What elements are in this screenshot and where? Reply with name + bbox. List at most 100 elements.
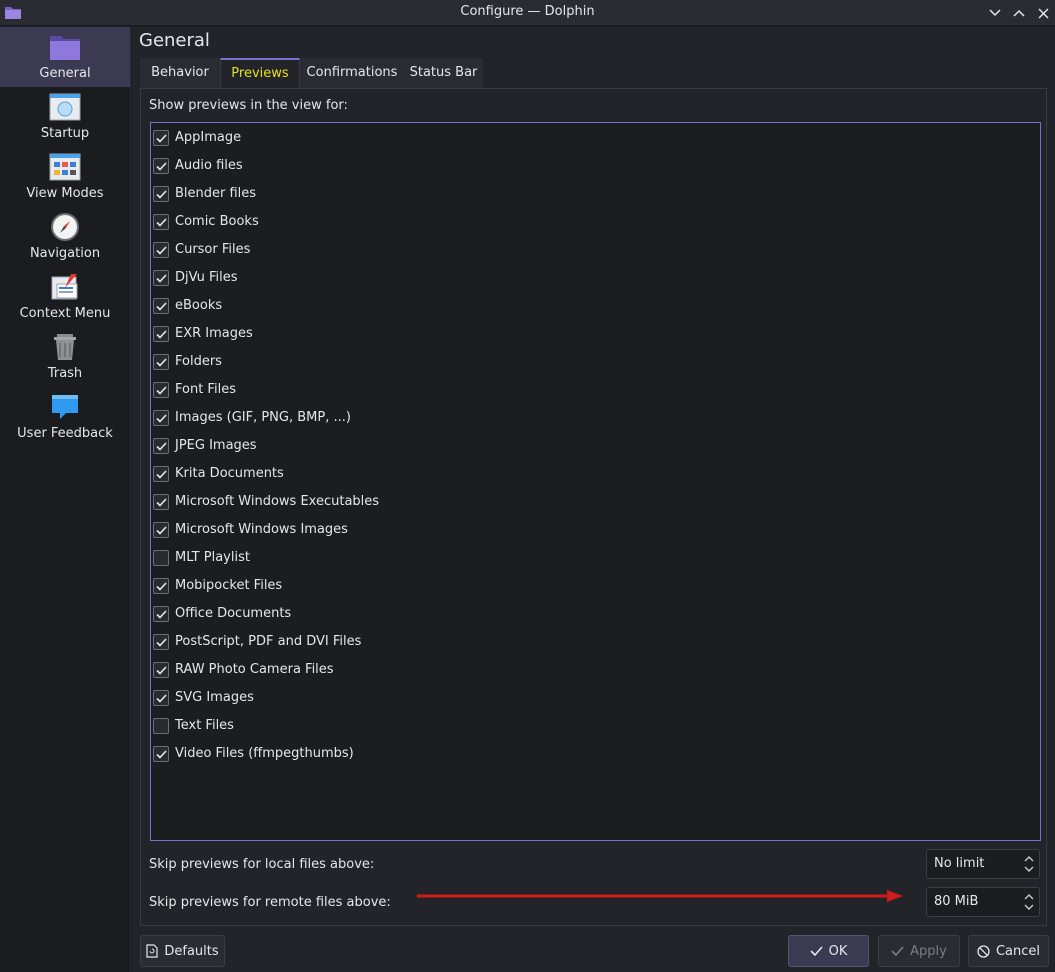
checkbox[interactable] <box>153 214 169 230</box>
checkbox[interactable] <box>153 158 169 174</box>
list-item[interactable]: PostScript, PDF and DVI Files <box>153 631 753 655</box>
checkbox[interactable] <box>153 270 169 286</box>
sidebar-item-general[interactable]: General <box>0 27 130 87</box>
list-item[interactable]: Folders <box>153 351 753 375</box>
checkbox-label: AppImage <box>175 130 242 145</box>
list-item[interactable]: Blender files <box>153 183 753 207</box>
tab-behavior[interactable]: Behavior <box>140 58 220 88</box>
checkmark-icon <box>155 413 167 423</box>
list-item[interactable]: eBooks <box>153 295 753 319</box>
list-item[interactable]: RAW Photo Camera Files <box>153 659 753 683</box>
checkbox-label: Microsoft Windows Images <box>175 522 348 537</box>
list-item[interactable]: Office Documents <box>153 603 753 627</box>
checkbox[interactable] <box>153 298 169 314</box>
tab-status-bar[interactable]: Status Bar <box>404 58 483 88</box>
sidebar-item-context-menu[interactable]: Context Menu <box>0 267 130 327</box>
tab-confirmations[interactable]: Confirmations <box>300 58 404 88</box>
checkmark-icon <box>155 189 167 199</box>
previews-panel: Show previews in the view for: AppImage A… <box>140 88 1047 926</box>
annotation-arrow-icon <box>417 890 903 902</box>
list-item[interactable]: Font Files <box>153 379 753 403</box>
checkbox[interactable] <box>153 242 169 258</box>
sidebar-item-view-modes[interactable]: View Modes <box>0 147 130 207</box>
checkbox[interactable] <box>153 578 169 594</box>
list-item[interactable]: Audio files <box>153 155 753 179</box>
checkbox[interactable] <box>153 382 169 398</box>
checkbox[interactable] <box>153 718 169 734</box>
folder-icon <box>50 36 80 60</box>
list-item[interactable]: DjVu Files <box>153 267 753 291</box>
list-item[interactable]: Krita Documents <box>153 463 753 487</box>
checkbox[interactable] <box>153 354 169 370</box>
checkbox[interactable] <box>153 746 169 762</box>
list-item[interactable]: Text Files <box>153 715 753 739</box>
checkbox-label: SVG Images <box>175 690 254 705</box>
checkbox-label: Images (GIF, PNG, BMP, ...) <box>175 410 351 425</box>
list-item[interactable]: Cursor Files <box>153 239 753 263</box>
checkmark-icon <box>155 609 167 619</box>
sidebar-item-navigation[interactable]: Navigation <box>0 207 130 267</box>
preview-types-list[interactable]: AppImage Audio files Blender files Comic Bo… <box>150 122 1041 841</box>
defaults-button[interactable]: Defaults <box>140 935 225 967</box>
list-item[interactable]: AppImage <box>153 127 753 151</box>
list-item[interactable]: MLT Playlist <box>153 547 753 571</box>
skip-local-label: Skip previews for local files above: <box>149 857 375 872</box>
checkbox-label: JPEG Images <box>175 438 257 453</box>
checkbox[interactable] <box>153 186 169 202</box>
list-item[interactable]: Mobipocket Files <box>153 575 753 599</box>
checkbox[interactable] <box>153 326 169 342</box>
list-item[interactable]: JPEG Images <box>153 435 753 459</box>
skip-local-spinbox[interactable]: No limit <box>926 849 1040 879</box>
list-item[interactable]: Microsoft Windows Images <box>153 519 753 543</box>
checkbox[interactable] <box>153 130 169 146</box>
checkbox[interactable] <box>153 634 169 650</box>
checkbox[interactable] <box>153 690 169 706</box>
list-item[interactable]: Microsoft Windows Executables <box>153 491 753 515</box>
checkmark-icon <box>155 161 167 171</box>
sidebar: General Startup View Modes Navigation Co… <box>0 27 131 972</box>
checkmark-icon <box>155 245 167 255</box>
window-title: Configure — Dolphin <box>460 4 595 19</box>
checkbox[interactable] <box>153 662 169 678</box>
chevron-up-icon <box>1013 9 1025 17</box>
sidebar-item-startup[interactable]: Startup <box>0 87 130 147</box>
checkbox[interactable] <box>153 494 169 510</box>
spin-arrows-icon[interactable] <box>1023 853 1035 875</box>
section-label: Show previews in the view for: <box>149 98 348 113</box>
checkmark-icon <box>155 469 167 479</box>
list-item[interactable]: EXR Images <box>153 323 753 347</box>
checkbox[interactable] <box>153 606 169 622</box>
apply-button[interactable]: Apply <box>878 935 960 967</box>
checkbox-label: Font Files <box>175 382 236 397</box>
close-button[interactable] <box>1033 3 1053 23</box>
context-menu-icon <box>51 274 78 300</box>
checkbox-label: eBooks <box>175 298 223 313</box>
list-item[interactable]: SVG Images <box>153 687 753 711</box>
list-item[interactable]: Comic Books <box>153 211 753 235</box>
checkmark-icon <box>155 301 167 311</box>
cancel-button[interactable]: Cancel <box>968 935 1049 967</box>
skip-remote-spinbox[interactable]: 80 MiB <box>926 887 1040 917</box>
checkbox-label: Folders <box>175 354 222 369</box>
checkmark-icon <box>155 329 167 339</box>
maximize-button[interactable] <box>1009 3 1029 23</box>
sidebar-item-user-feedback[interactable]: User Feedback <box>0 387 130 447</box>
spin-arrows-icon[interactable] <box>1023 891 1035 913</box>
checkbox-label: RAW Photo Camera Files <box>175 662 334 677</box>
sidebar-item-trash[interactable]: Trash <box>0 327 130 387</box>
tab-previews[interactable]: Previews <box>220 58 300 88</box>
list-item[interactable]: Video Files (ffmpegthumbs) <box>153 743 753 767</box>
checkbox[interactable] <box>153 466 169 482</box>
checkbox-label: Office Documents <box>175 606 292 621</box>
checkmark-icon <box>155 497 167 507</box>
checkbox-label: Text Files <box>175 718 234 733</box>
checkbox[interactable] <box>153 438 169 454</box>
checkbox-label: Cursor Files <box>175 242 251 257</box>
checkbox[interactable] <box>153 410 169 426</box>
checkbox[interactable] <box>153 522 169 538</box>
checkbox[interactable] <box>153 550 169 566</box>
checkmark-icon <box>155 217 167 227</box>
minimize-button[interactable] <box>985 3 1005 23</box>
ok-button[interactable]: OK <box>788 935 869 967</box>
list-item[interactable]: Images (GIF, PNG, BMP, ...) <box>153 407 753 431</box>
